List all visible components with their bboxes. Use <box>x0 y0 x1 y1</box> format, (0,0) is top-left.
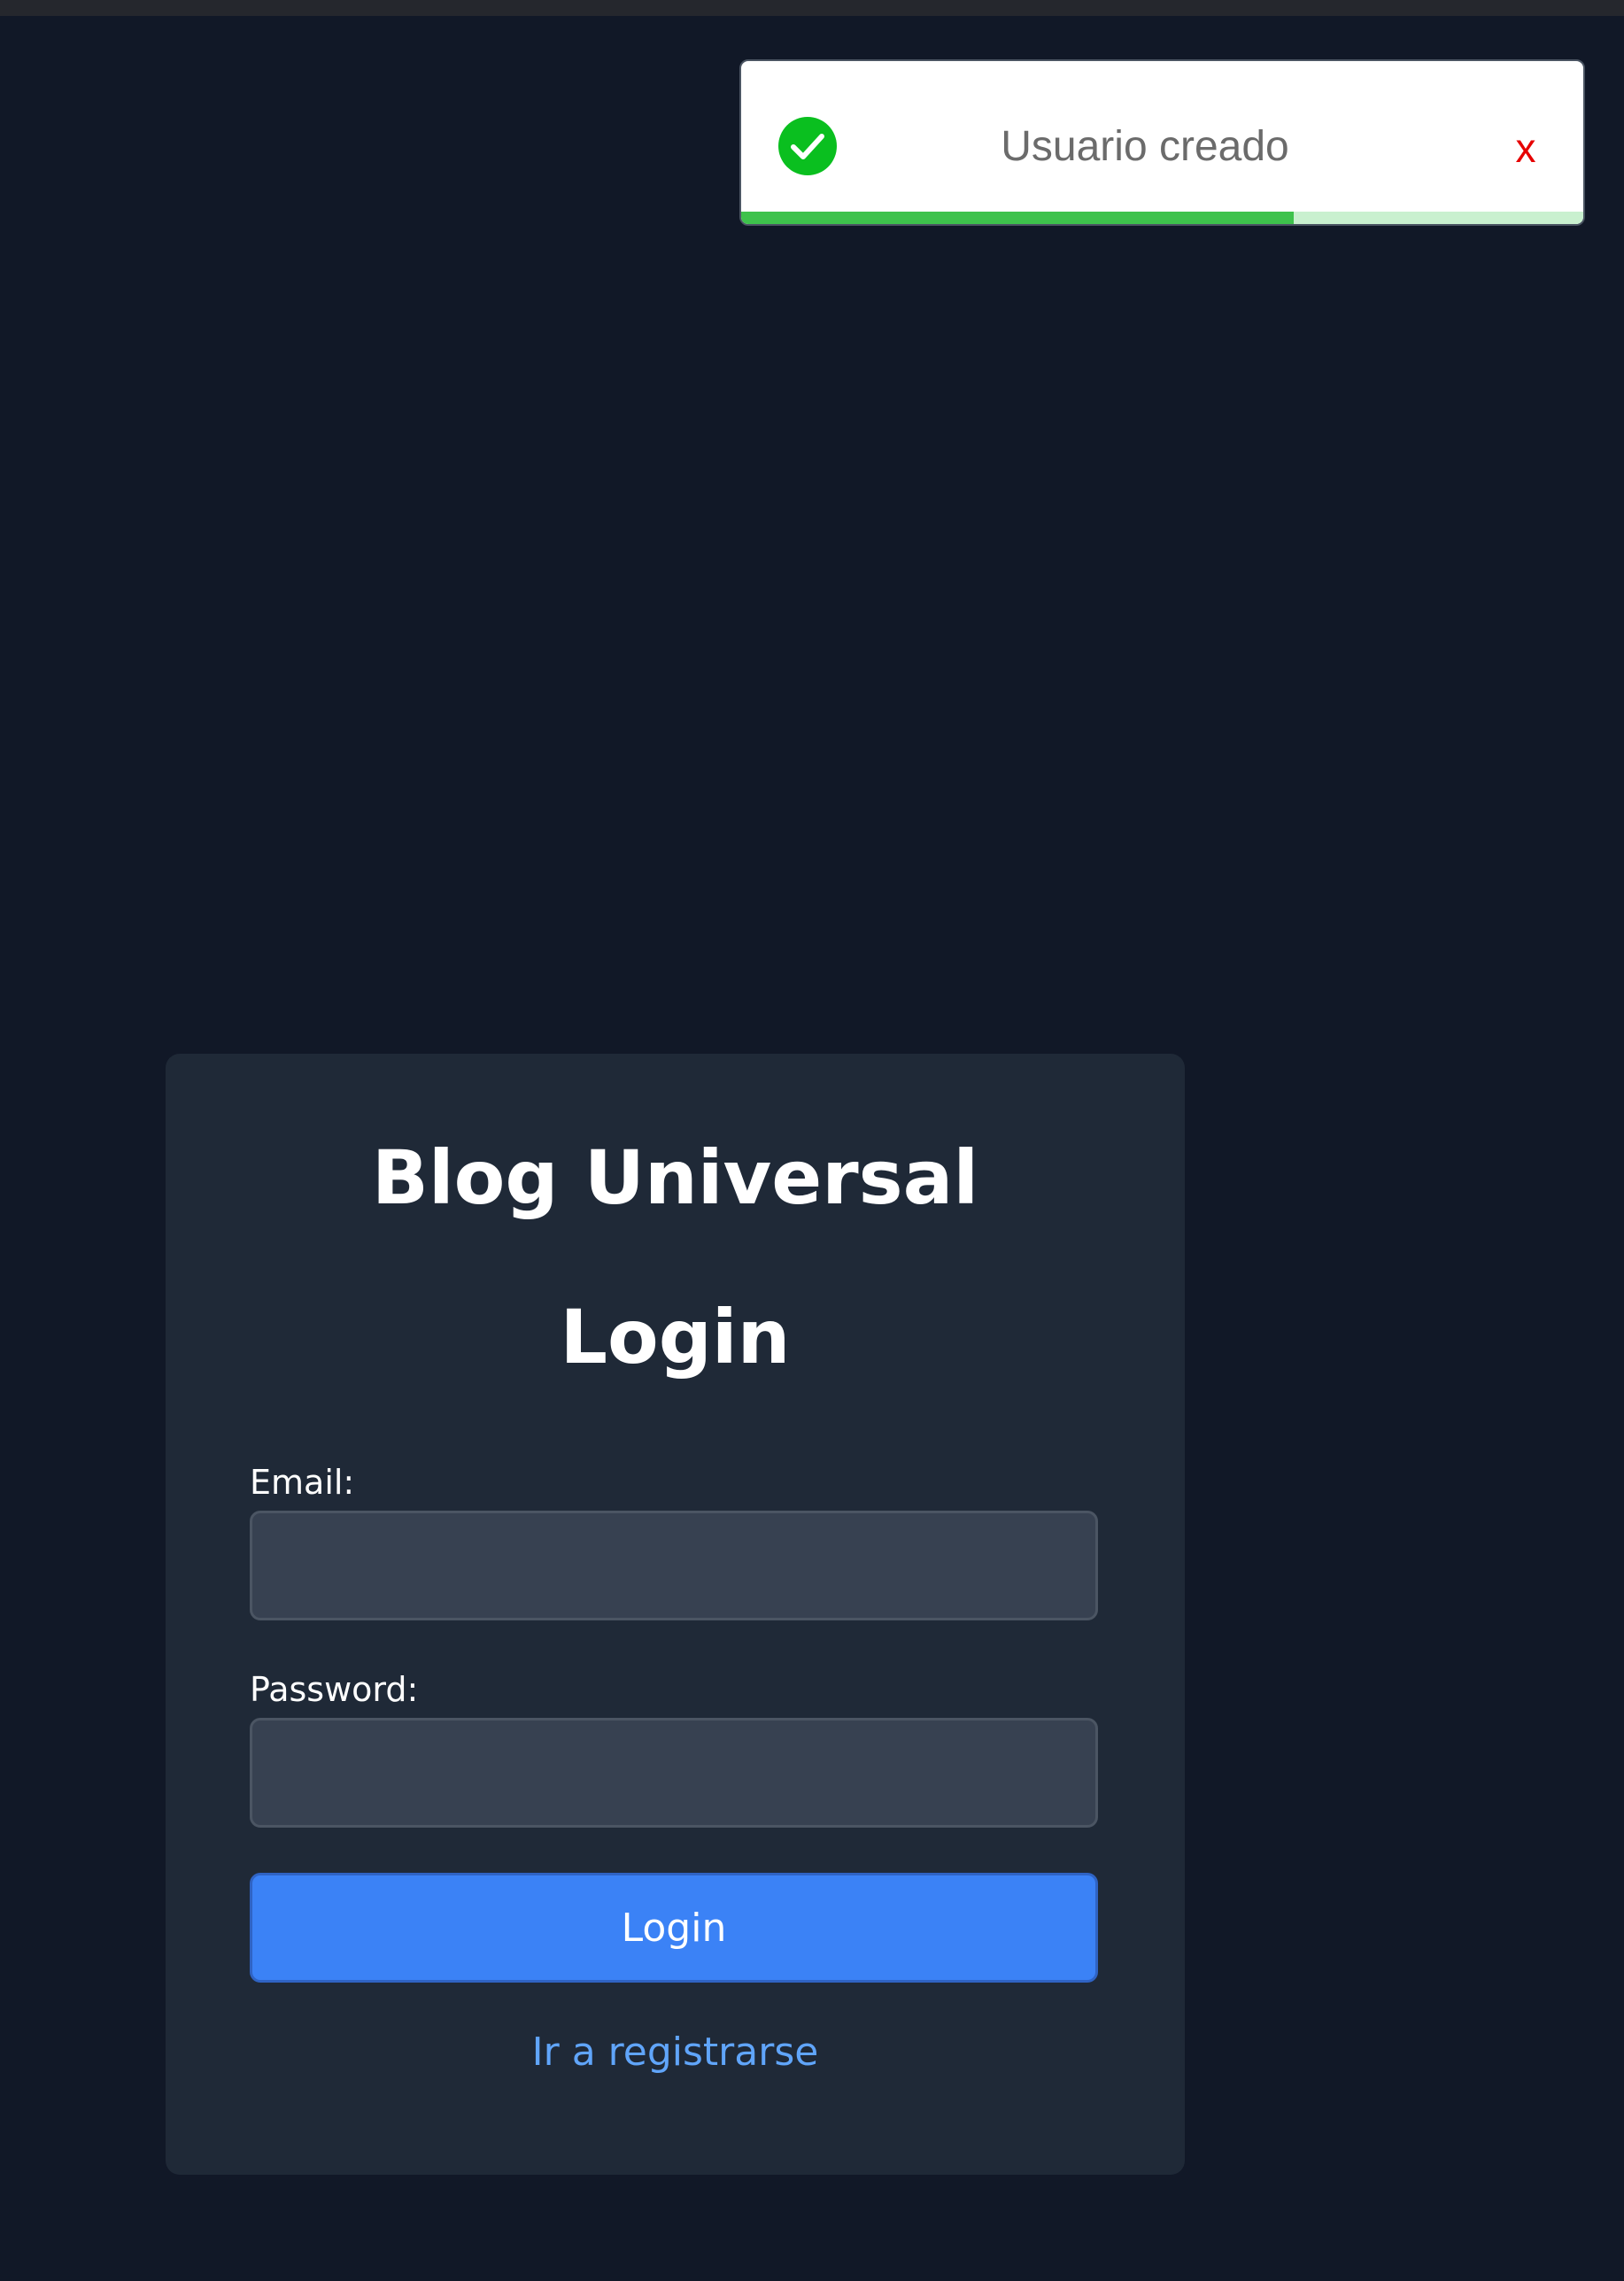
register-link[interactable]: Ir a registrarse <box>166 2028 1185 2077</box>
login-card: Blog Universal Login Email: Password: Lo… <box>166 1054 1185 2175</box>
site-title: Blog Universal <box>371 1134 979 1221</box>
check-circle-icon <box>778 117 837 175</box>
password-label: Password: <box>250 1670 419 1709</box>
email-field[interactable] <box>250 1511 1098 1620</box>
login-button[interactable]: Login <box>250 1873 1098 1983</box>
browser-top-strip <box>0 0 1624 16</box>
login-heading: Login <box>560 1294 791 1380</box>
email-label: Email: <box>250 1463 355 1502</box>
toast-progress-bar <box>741 212 1294 224</box>
password-field[interactable] <box>250 1718 1098 1828</box>
success-toast: Usuario creado x <box>739 59 1585 226</box>
toast-close-button[interactable]: x <box>1504 123 1547 173</box>
toast-progress-track <box>741 212 1583 224</box>
toast-message: Usuario creado <box>1001 123 1289 170</box>
